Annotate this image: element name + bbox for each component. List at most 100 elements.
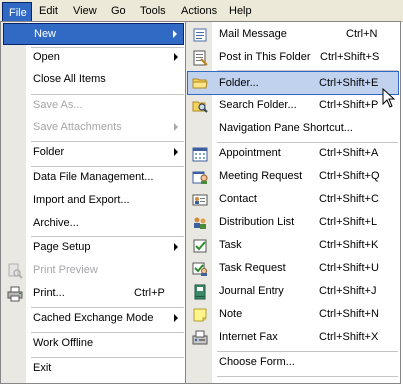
distribution-list-icon [194,217,206,229]
new-choose-form-label: Choose Form... [219,356,295,368]
file-menu-exit-label: Exit [33,362,52,374]
file-menu-open-label: Open [33,51,60,63]
new-folder-label: Folder... [219,77,259,89]
new-journal-entry[interactable]: Journal Entry Ctrl+Shift+J [188,281,398,303]
submenu-arrow-icon [174,243,178,251]
file-menu-folder[interactable]: Folder [3,142,184,164]
file-menu-new[interactable]: New [3,23,184,45]
new-mail-message-shortcut: Ctrl+N [346,28,378,40]
file-menu-open[interactable]: Open [3,47,184,69]
fax-icon [192,330,208,345]
new-internet-fax[interactable]: Internet Fax Ctrl+Shift+X [188,327,398,349]
mouse-cursor-icon [382,88,396,108]
new-note-shortcut: Ctrl+Shift+N [319,308,379,320]
file-menu-save-attachments-label: Save Attachments [33,121,122,133]
print-preview-icon [8,263,23,279]
file-menu-page-setup[interactable]: Page Setup [3,237,184,259]
file-menu-import-export[interactable]: Import and Export... [3,190,184,212]
new-post-in-this-folder[interactable]: Post in This Folder Ctrl+Shift+S [188,47,398,69]
new-contact-shortcut: Ctrl+Shift+C [319,193,379,205]
file-menu: New Open Close All Items Save As... Save… [0,21,187,384]
file-menu-print-preview[interactable]: Print Preview [3,260,184,282]
file-menu-save-as[interactable]: Save As... [3,95,184,117]
file-menu-folder-label: Folder [33,146,65,158]
meeting-request-icon [192,171,208,184]
submenu-arrow-icon [174,53,178,61]
search-folder-icon [192,101,208,113]
menubar-help[interactable]: Help [223,3,258,19]
mail-message-icon [193,28,207,42]
new-meeting-request[interactable]: Meeting Request Ctrl+Shift+Q [188,166,398,188]
new-note[interactable]: Note Ctrl+Shift+N [188,304,398,326]
folder-icon [192,78,208,89]
file-menu-close-all-items[interactable]: Close All Items [3,69,184,91]
new-post-in-this-folder-label: Post in This Folder [219,51,311,63]
new-appointment-shortcut: Ctrl+Shift+A [319,147,379,159]
file-menu-print-shortcut: Ctrl+P [134,287,165,299]
new-task[interactable]: Task Ctrl+Shift+K [188,235,398,257]
new-search-folder[interactable]: Search Folder... Ctrl+Shift+P [188,95,398,117]
file-menu-save-as-label: Save As... [33,99,83,111]
file-menu-new-label: New [34,28,57,40]
new-mail-message-label: Mail Message [219,28,287,40]
task-request-icon [192,262,207,276]
new-submenu: Mail Message Ctrl+N Post in This Folder … [185,21,401,384]
submenu-arrow-icon [174,148,178,156]
new-note-label: Note [219,308,243,320]
new-task-request-label: Task Request [219,262,286,274]
file-menu-exit[interactable]: Exit [3,358,184,380]
menubar-view-label: View [73,5,97,17]
file-menu-close-all-items-label: Close All Items [33,73,106,85]
outlook-window: File Edit View Go Tools Actions Help New… [0,0,403,384]
new-distribution-list[interactable]: Distribution List Ctrl+Shift+L [188,212,398,234]
new-meeting-request-shortcut: Ctrl+Shift+Q [319,170,380,182]
file-menu-work-offline-label: Work Offline [33,337,94,349]
menubar-view[interactable]: View [67,3,103,19]
file-menu-data-file-management[interactable]: Data File Management... [3,167,184,189]
new-post-in-this-folder-shortcut: Ctrl+Shift+S [320,51,380,63]
new-internet-fax-shortcut: Ctrl+Shift+X [319,331,379,343]
new-navigation-pane-shortcut-label: Navigation Pane Shortcut... [219,122,353,134]
menubar-actions-label: Actions [181,5,218,17]
separator [217,376,398,377]
new-distribution-list-label: Distribution List [219,216,295,228]
menubar-tools[interactable]: Tools [134,3,172,19]
file-menu-cached-exchange-mode[interactable]: Cached Exchange Mode [3,308,184,330]
post-icon [193,50,208,66]
menubar-actions[interactable]: Actions [175,3,223,19]
menubar-help-label: Help [229,5,252,17]
new-task-request-shortcut: Ctrl+Shift+U [319,262,379,274]
file-menu-print-label: Print... [33,287,65,299]
file-menu-work-offline[interactable]: Work Offline [3,333,184,355]
file-menu-save-attachments[interactable]: Save Attachments [3,117,184,139]
new-contact-label: Contact [219,193,257,205]
task-icon [193,239,207,253]
new-folder[interactable]: Folder... Ctrl+Shift+E [187,71,399,95]
contact-card-icon [192,194,208,206]
menubar-go-label: Go [111,5,126,17]
new-task-shortcut: Ctrl+Shift+K [319,239,379,251]
new-mail-message[interactable]: Mail Message Ctrl+N [188,24,398,46]
file-menu-archive[interactable]: Archive... [3,213,184,235]
journal-icon [194,284,206,300]
file-menu-print-preview-label: Print Preview [33,264,98,276]
new-journal-entry-label: Journal Entry [219,285,284,297]
menubar-go[interactable]: Go [105,3,132,19]
new-appointment-label: Appointment [219,147,281,159]
new-task-request[interactable]: Task Request Ctrl+Shift+U [188,258,398,280]
menubar-edit-label: Edit [39,5,58,17]
submenu-arrow-icon [173,30,177,38]
new-choose-form[interactable]: Choose Form... [188,352,398,374]
new-journal-entry-shortcut: Ctrl+Shift+J [319,285,377,297]
file-menu-print[interactable]: Print... Ctrl+P [3,283,184,305]
submenu-arrow-icon [174,314,178,322]
new-navigation-pane-shortcut[interactable]: Navigation Pane Shortcut... [188,118,398,140]
menubar-file[interactable]: File [2,2,32,22]
menubar-edit[interactable]: Edit [33,3,64,19]
new-contact[interactable]: Contact Ctrl+Shift+C [188,189,398,211]
new-internet-fax-label: Internet Fax [219,331,278,343]
submenu-arrow-icon [174,123,178,131]
new-appointment[interactable]: Appointment Ctrl+Shift+A [188,143,398,165]
new-meeting-request-label: Meeting Request [219,170,303,182]
menu-bar: File Edit View Go Tools Actions Help [0,0,403,22]
